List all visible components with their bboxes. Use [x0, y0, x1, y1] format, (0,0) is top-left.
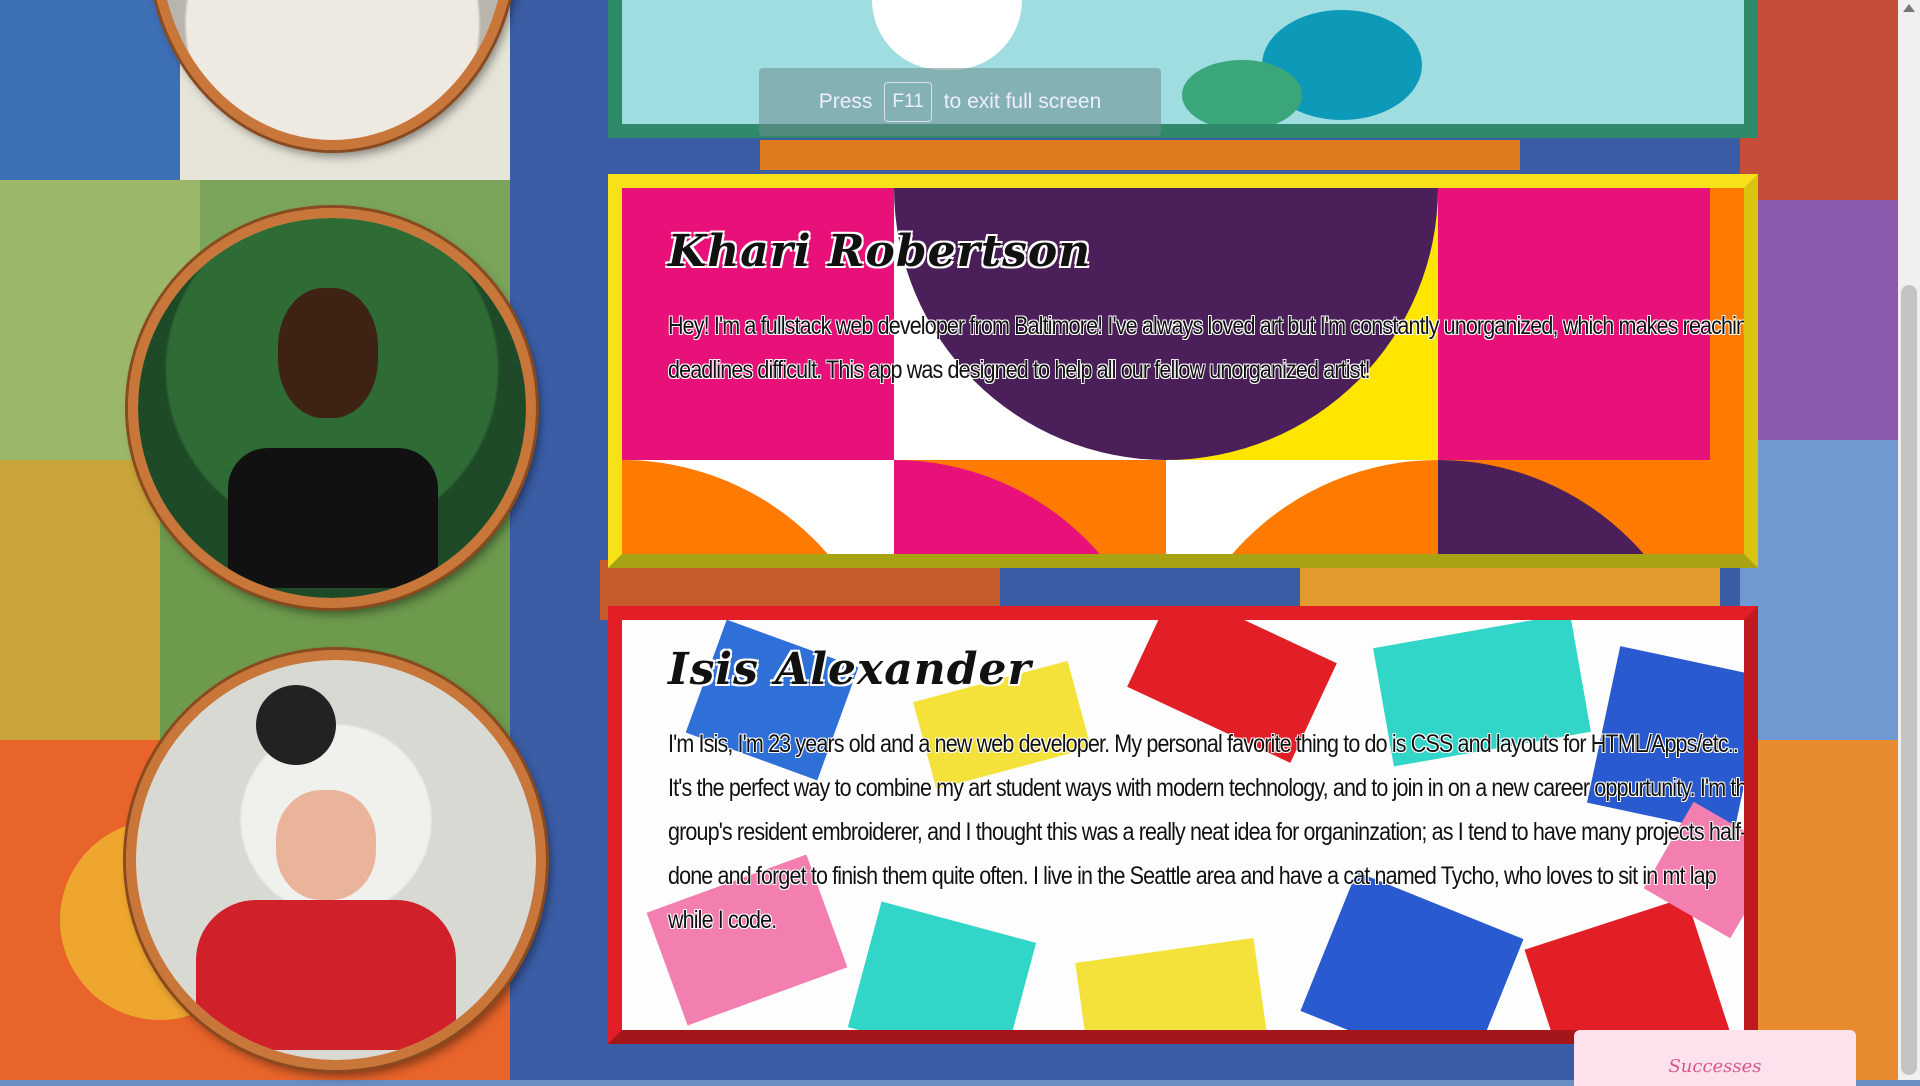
page-scrollbar[interactable] — [1898, 0, 1920, 1080]
scroll-thumb[interactable] — [1901, 285, 1917, 1075]
khari-photo-hoop — [128, 208, 536, 608]
isis-name: Isis Alexander — [668, 644, 1032, 695]
successes-label: Successes — [1668, 1056, 1762, 1077]
khari-bio: Hey! I'm a fullstack web developer from … — [668, 312, 1758, 384]
khari-name: Khari Robertson — [668, 226, 1092, 277]
hoop-clasp — [306, 208, 358, 218]
successes-tab[interactable]: Successes — [1574, 1030, 1856, 1086]
isis-bio: I'm Isis, I'm 23 years old and a new web… — [668, 730, 1758, 934]
scroll-up-arrow-icon[interactable] — [1903, 4, 1915, 12]
fullscreen-press-label: Press — [818, 90, 873, 113]
fullscreen-message: to exit full screen — [943, 90, 1102, 113]
isis-photo — [136, 660, 536, 1060]
bio-card-isis: Isis Alexander I'm Isis, I'm 23 years ol… — [608, 606, 1758, 1044]
hoop-clasp — [310, 650, 362, 660]
fullscreen-notice: Press F11 to exit full screen — [759, 68, 1161, 136]
bio-card-khari: Khari Robertson Hey! I'm a fullstack web… — [608, 174, 1758, 568]
f11-key: F11 — [884, 82, 932, 122]
isis-photo-hoop — [126, 650, 546, 1070]
khari-photo — [138, 218, 526, 598]
